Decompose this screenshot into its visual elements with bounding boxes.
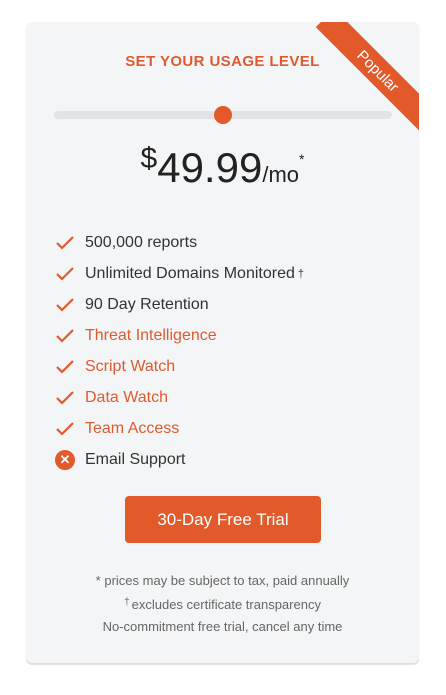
price-display: $49.99/mo* [26, 142, 419, 192]
feature-item: 90 Day Retention [54, 289, 304, 320]
feature-item: ✕ Email Support [54, 444, 304, 475]
footnote-trial: No-commitment free trial, cancel any tim… [102, 619, 343, 634]
feature-label: Threat Intelligence [85, 326, 217, 344]
check-icon [54, 294, 76, 316]
check-icon [54, 387, 76, 409]
feature-item: Team Access [54, 413, 304, 444]
feature-label: 500,000 reports [85, 233, 198, 251]
feature-item: Data Watch [54, 382, 304, 413]
feature-item: Unlimited Domains Monitored † [54, 258, 304, 289]
feature-label: Email Support [85, 450, 186, 468]
price-currency: $ [140, 142, 158, 175]
footnotes: * prices may be subject to tax, paid ann… [26, 570, 419, 638]
price-period: /mo [262, 162, 300, 187]
check-icon [54, 325, 76, 347]
dagger-mark: † [124, 597, 130, 608]
feature-label: Unlimited Domains Monitored [85, 264, 295, 282]
price-amount: 49.99 [157, 144, 263, 191]
check-icon [54, 263, 76, 285]
feature-item: 500,000 reports [54, 227, 304, 258]
usage-level-heading: SET YOUR USAGE LEVEL [125, 53, 320, 70]
price-asterisk: * [299, 151, 305, 167]
feature-list: 500,000 reports Unlimited Domains Monito… [54, 227, 304, 475]
footnote-ct: † excludes certificate transparency [26, 592, 419, 616]
footnote-ct-text: excludes certificate transparency [131, 597, 321, 612]
check-icon [54, 418, 76, 440]
feature-label: Team Access [85, 419, 180, 437]
feature-label: Data Watch [85, 388, 168, 406]
feature-item: Threat Intelligence [54, 320, 304, 351]
feature-label: 90 Day Retention [85, 295, 209, 313]
feature-item: Script Watch [54, 351, 304, 382]
feature-label: Script Watch [85, 357, 176, 375]
check-icon [54, 356, 76, 378]
free-trial-button[interactable]: 30-Day Free Trial [125, 496, 321, 543]
usage-slider-thumb[interactable] [214, 106, 232, 124]
check-icon [54, 232, 76, 254]
dagger-mark: † [297, 267, 304, 280]
footnote-tax: * prices may be subject to tax, paid ann… [95, 573, 350, 588]
pricing-card: Popular SET YOUR USAGE LEVEL $49.99/mo* … [26, 22, 419, 663]
close-circle-icon: ✕ [54, 449, 76, 471]
